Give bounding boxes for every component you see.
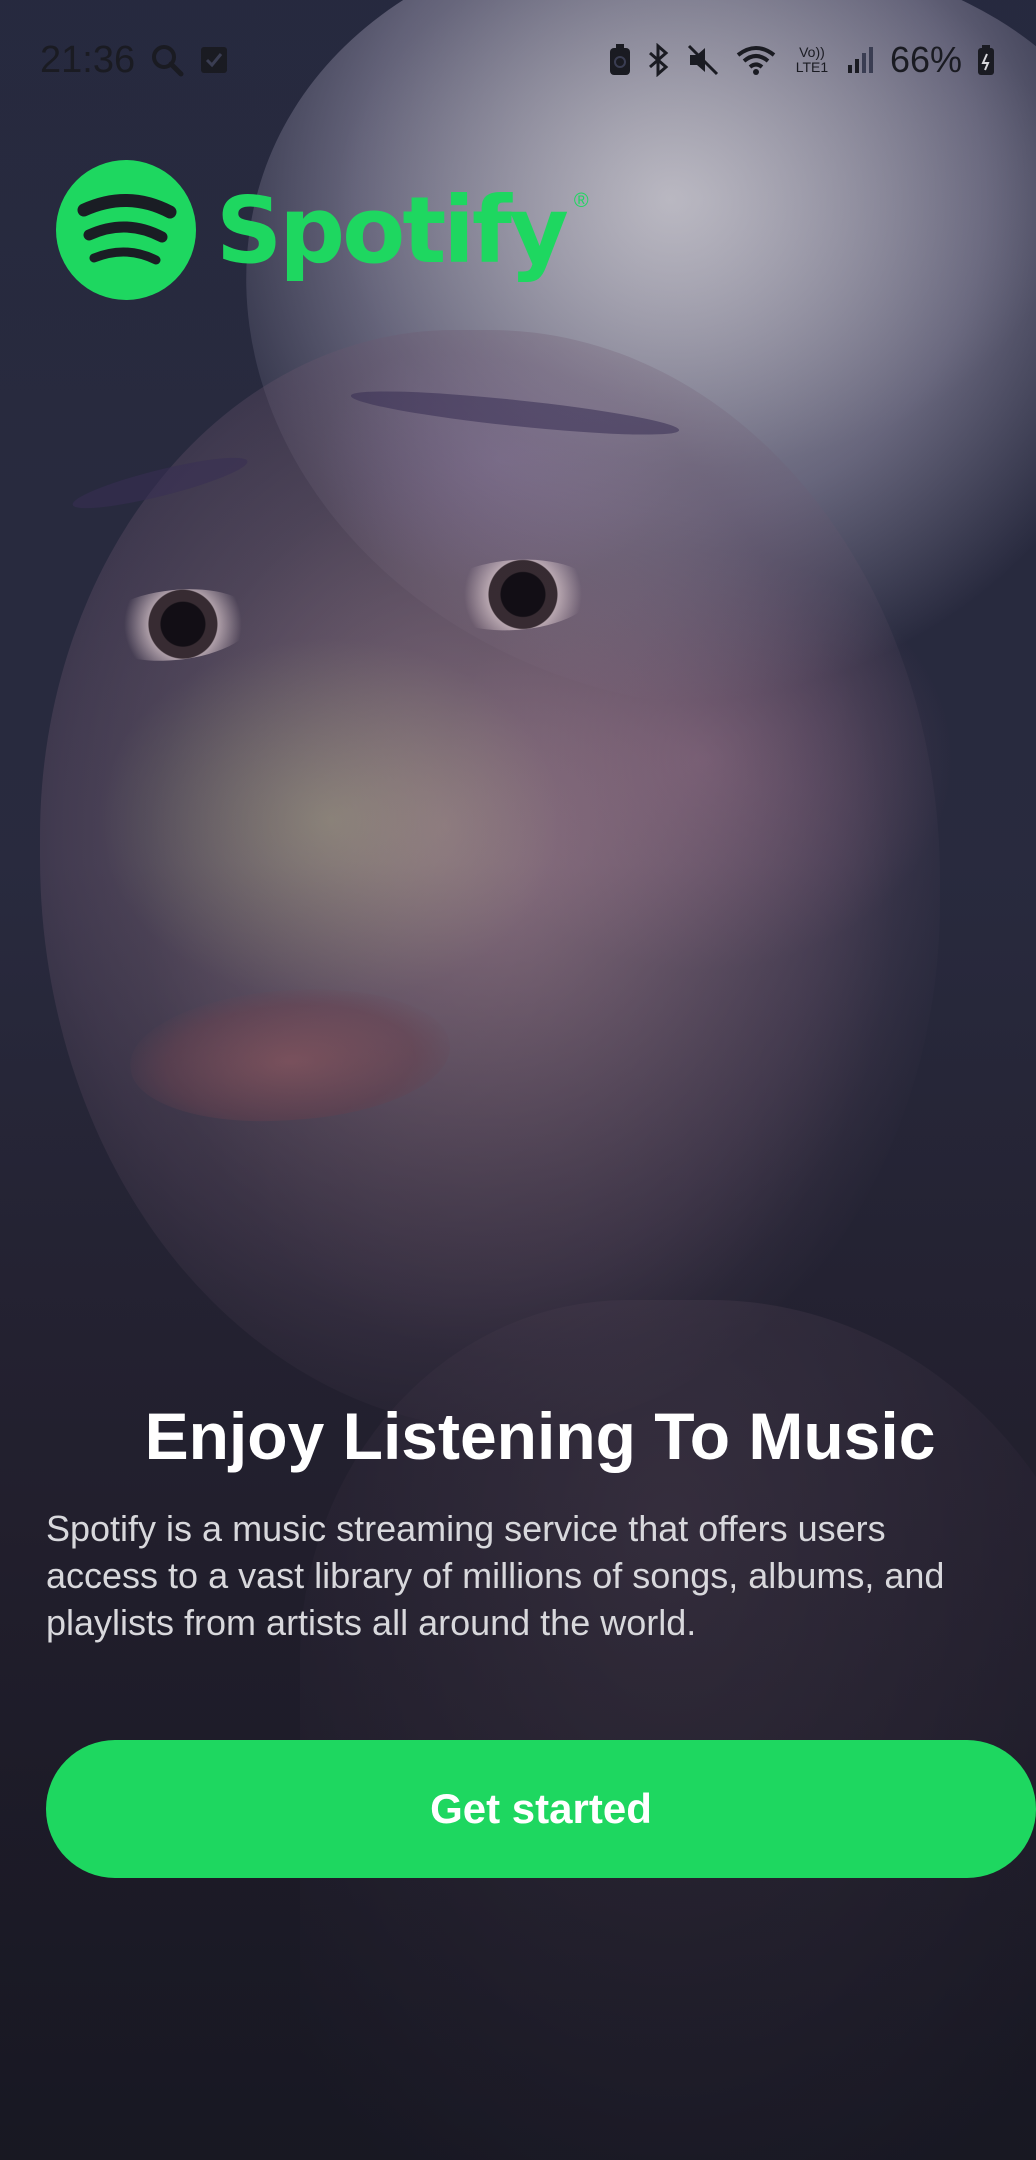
status-bar: 21:36 Vo)) LTE1 66%	[0, 0, 1036, 120]
status-left: 21:36	[40, 39, 229, 82]
bluetooth-icon	[646, 43, 672, 77]
mute-icon	[686, 43, 720, 77]
onboarding-screen: 21:36 Vo)) LTE1 66% Spotify ® Enjoy List…	[0, 0, 1036, 2160]
onboarding-description: Spotify is a music streaming service tha…	[46, 1508, 945, 1643]
wifi-icon	[734, 43, 778, 77]
registered-mark: ®	[573, 190, 589, 212]
spotify-logo: Spotify ®	[56, 160, 589, 300]
volte-icon: Vo)) LTE1	[795, 44, 829, 75]
checkbox-notification-icon	[199, 45, 229, 75]
search-icon	[149, 42, 185, 78]
signal-icon	[846, 45, 876, 75]
status-time: 21:36	[40, 38, 136, 81]
battery-saver-icon	[608, 43, 632, 77]
spotify-logo-icon	[56, 160, 196, 300]
battery-percent: 66%	[889, 39, 962, 80]
status-right: Vo)) LTE1 66%	[608, 39, 996, 81]
get-started-button[interactable]: Get started	[46, 1740, 1036, 1878]
battery-icon	[976, 44, 996, 76]
spotify-wordmark: Spotify	[216, 176, 569, 284]
onboarding-headline: Enjoy Listening To Music	[144, 1399, 936, 1473]
